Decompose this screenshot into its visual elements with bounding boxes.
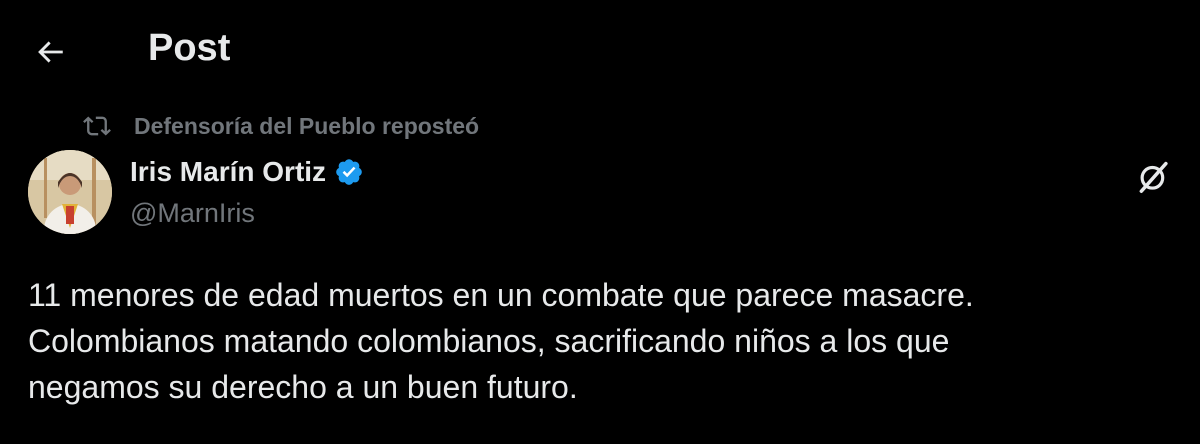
tweet-line: Colombianos matando colombianos, sacrifi… (28, 323, 950, 359)
arrow-left-icon (38, 41, 63, 63)
tweet-text: 11 menores de edad muertos en un combate… (28, 272, 1178, 410)
tweet-line: negamos su derecho a un buen futuro. (28, 369, 578, 405)
page-title: Post (148, 27, 231, 69)
repost-context[interactable]: Defensoría del Pueblo reposteó (80, 110, 479, 142)
author-name[interactable]: Iris Marín Ortiz (130, 156, 326, 188)
top-bar: Post (0, 0, 1200, 96)
grok-button[interactable] (1132, 155, 1176, 199)
avatar[interactable] (28, 150, 112, 234)
grok-slash-icon (1139, 161, 1168, 193)
verified-badge-icon[interactable] (334, 157, 364, 187)
back-button[interactable] (26, 28, 74, 76)
tweet-line: 11 menores de edad muertos en un combate… (28, 277, 974, 313)
repost-label: Defensoría del Pueblo reposteó (134, 112, 480, 139)
author-handle[interactable]: @MarnIris (130, 198, 255, 229)
repost-icon (80, 111, 114, 141)
avatar-image (28, 150, 112, 234)
author-name-row: Iris Marín Ortiz (130, 152, 364, 192)
